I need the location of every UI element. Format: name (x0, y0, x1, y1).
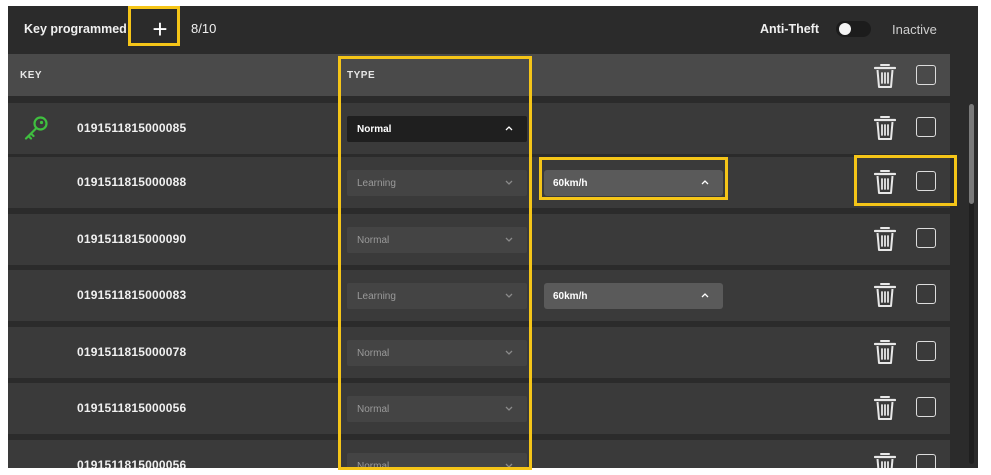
column-header-type: TYPE (347, 70, 376, 81)
key-serial: 0191511815000056 (77, 401, 187, 415)
type-select-value: Normal (357, 460, 390, 469)
row-checkbox[interactable] (916, 117, 936, 137)
page-title: Key programmed (24, 22, 127, 36)
table-row: 0191511815000056 Normal (8, 383, 950, 434)
type-select-value: Normal (357, 403, 390, 415)
table-row: 0191511815000090 Normal (8, 214, 950, 265)
delete-trash-icon[interactable] (874, 395, 896, 421)
toggle-knob (839, 23, 851, 35)
type-select[interactable]: Learning (347, 283, 527, 309)
chevron-down-icon (505, 406, 513, 411)
speed-limit-select[interactable]: 60km/h (544, 170, 723, 196)
chevron-up-icon (505, 126, 513, 131)
speed-limit-select[interactable]: 60km/h (544, 283, 723, 309)
row-checkbox[interactable] (916, 284, 936, 304)
screen: Key programmed + 8/10 Anti-Theft Inactiv… (8, 6, 978, 468)
plus-icon: + (152, 14, 168, 44)
table-row: 0191511815000085 Normal (8, 103, 950, 154)
type-select[interactable]: Learning (347, 170, 527, 196)
chevron-down-icon (505, 350, 513, 355)
row-checkbox[interactable] (916, 454, 936, 468)
select-all-checkbox[interactable] (916, 65, 936, 85)
type-select[interactable]: Normal (347, 396, 527, 422)
chevron-down-icon (505, 237, 513, 242)
anti-theft-label: Anti-Theft (760, 22, 820, 36)
type-select-value: Normal (357, 347, 390, 359)
key-icon (24, 116, 48, 140)
delete-trash-icon[interactable] (874, 169, 896, 195)
type-select[interactable]: Normal (347, 340, 527, 366)
anti-theft-status: Inactive (892, 22, 937, 37)
key-serial: 0191511815000083 (77, 288, 187, 302)
type-select-value: Normal (357, 234, 390, 246)
row-checkbox[interactable] (916, 228, 936, 248)
chevron-down-icon (505, 463, 513, 468)
speed-limit-value: 60km/h (553, 177, 588, 189)
row-checkbox[interactable] (916, 397, 936, 417)
delete-trash-icon[interactable] (874, 226, 896, 252)
table-header: KEY TYPE (8, 54, 950, 96)
type-select[interactable]: Normal (347, 227, 527, 253)
top-bar: Key programmed + 8/10 Anti-Theft Inactiv… (8, 6, 978, 50)
table-row: 0191511815000083 Learning 60km/h (8, 270, 950, 321)
key-serial: 0191511815000078 (77, 345, 187, 359)
table-row: 0191511815000078 Normal (8, 327, 950, 378)
chevron-up-icon (701, 180, 709, 185)
chevron-down-icon (505, 180, 513, 185)
delete-all-trash-icon[interactable] (874, 63, 896, 89)
delete-trash-icon[interactable] (874, 339, 896, 365)
type-select-value: Learning (357, 290, 396, 302)
key-count: 8/10 (191, 21, 217, 36)
table-row: 0191511815000056 Normal (8, 440, 950, 468)
speed-limit-value: 60km/h (553, 290, 588, 302)
scrollbar-thumb[interactable] (969, 104, 974, 204)
type-select[interactable]: Normal (347, 453, 527, 468)
chevron-down-icon (505, 293, 513, 298)
key-serial: 0191511815000088 (77, 175, 187, 189)
type-select-value: Learning (357, 177, 396, 189)
key-serial: 0191511815000085 (77, 121, 187, 135)
type-select[interactable]: Normal (347, 116, 527, 142)
key-serial: 0191511815000056 (77, 458, 187, 468)
delete-trash-icon[interactable] (874, 282, 896, 308)
delete-trash-icon[interactable] (874, 115, 896, 141)
chevron-up-icon (701, 293, 709, 298)
column-header-key: KEY (20, 70, 43, 81)
table-row: 0191511815000088 Learning 60km/h (8, 157, 950, 208)
row-checkbox[interactable] (916, 171, 936, 191)
row-checkbox[interactable] (916, 341, 936, 361)
type-select-value: Normal (357, 123, 392, 135)
key-serial: 0191511815000090 (77, 232, 187, 246)
delete-trash-icon[interactable] (874, 452, 896, 468)
add-key-button[interactable]: + (136, 11, 184, 47)
anti-theft-toggle[interactable] (836, 21, 871, 37)
